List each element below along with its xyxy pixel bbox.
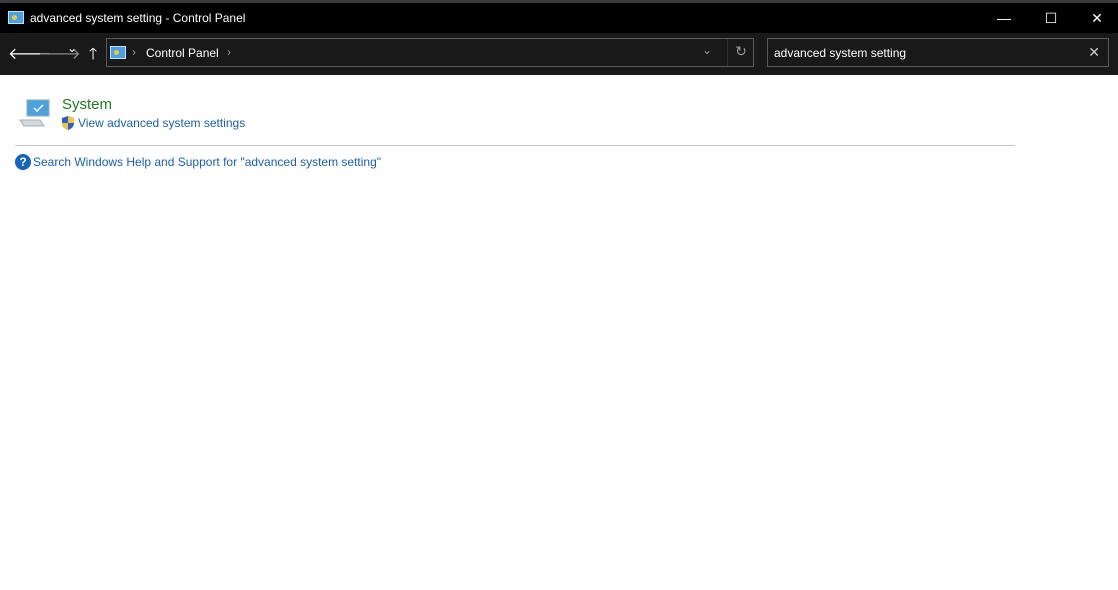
system-category-link[interactable]: System <box>62 96 112 113</box>
close-button[interactable]: ✕ <box>1074 3 1118 33</box>
uac-shield-icon <box>62 116 74 130</box>
title-bar: advanced system setting - Control Panel … <box>0 3 1118 33</box>
address-dropdown-button[interactable]: ⌄ <box>697 43 717 57</box>
forward-button[interactable]: 🡒 <box>38 43 81 64</box>
breadcrumb-control-panel[interactable]: Control Panel <box>146 46 219 60</box>
help-icon: ? <box>15 154 31 170</box>
system-computer-icon <box>19 99 50 127</box>
address-bar[interactable]: › Control Panel › ⌄ ↻ <box>106 38 754 67</box>
search-input[interactable]: advanced system setting <box>774 46 906 60</box>
navigation-bar: 🡐 🡒 ⌄ 🡑 › Control Panel › ⌄ ↻ advanced s… <box>0 33 1118 75</box>
view-advanced-system-settings-link[interactable]: View advanced system settings <box>78 116 245 130</box>
minimize-button[interactable]: — <box>981 3 1027 33</box>
control-panel-icon <box>110 46 126 59</box>
refresh-button[interactable]: ↻ <box>729 43 753 60</box>
search-box[interactable]: advanced system setting ✕ <box>767 38 1109 67</box>
breadcrumb-separator[interactable]: › <box>227 45 231 59</box>
clear-search-button[interactable]: ✕ <box>1088 44 1100 61</box>
windows-help-search-link[interactable]: Search Windows Help and Support for "adv… <box>33 155 381 169</box>
address-divider <box>727 39 728 66</box>
divider <box>15 145 1015 146</box>
control-panel-icon <box>8 11 24 24</box>
recent-locations-button[interactable]: ⌄ <box>62 41 82 55</box>
up-button[interactable]: 🡑 <box>83 43 103 70</box>
maximize-button[interactable]: ☐ <box>1028 3 1074 33</box>
window-title: advanced system setting - Control Panel <box>30 11 246 25</box>
results-pane: System View advanced system settings ? S… <box>0 75 1118 590</box>
breadcrumb-separator[interactable]: › <box>132 45 136 59</box>
back-button[interactable]: 🡐 <box>8 43 51 64</box>
